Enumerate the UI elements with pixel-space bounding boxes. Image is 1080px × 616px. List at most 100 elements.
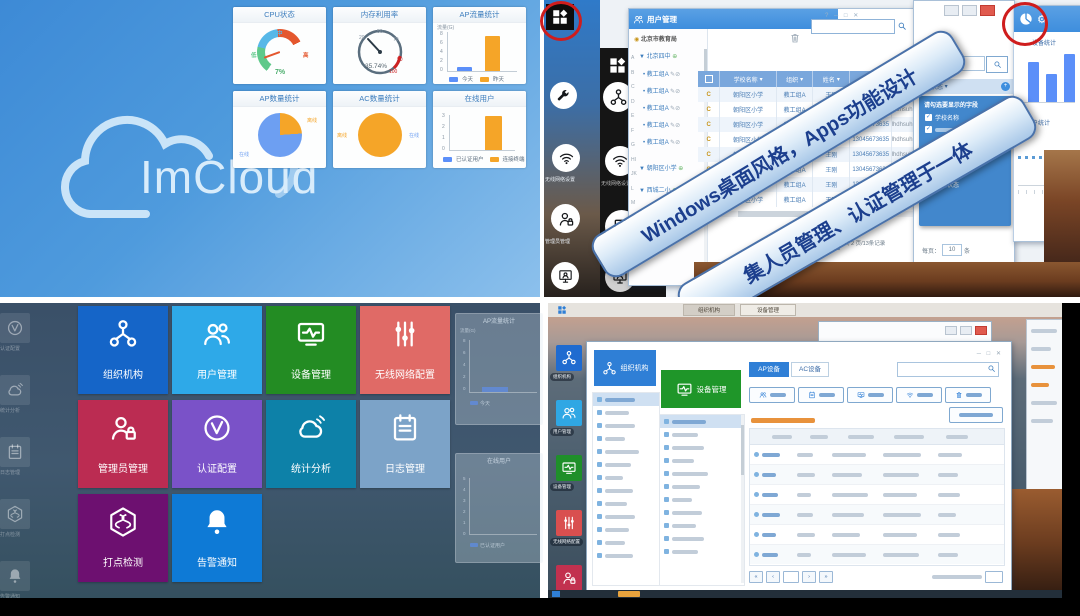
device-table [749, 428, 1005, 566]
tree-item[interactable] [660, 545, 744, 558]
tree-node-group[interactable]: • 教工组A ✎⊘ [643, 120, 680, 129]
tree-node-group[interactable]: • 教工组A ✎⊘ [643, 103, 680, 112]
sidebar-item-wireless[interactable] [556, 510, 582, 536]
tree-item[interactable] [593, 393, 659, 406]
tree-item[interactable] [660, 467, 744, 480]
tree-item[interactable] [660, 480, 744, 493]
minimize-button[interactable] [945, 326, 957, 335]
toolbar-button[interactable] [896, 387, 942, 403]
column-header[interactable]: 组织▾ [777, 71, 814, 87]
tree-node-group[interactable]: • 教工组A ✎⊘ [643, 69, 680, 78]
tree-item[interactable] [660, 415, 744, 428]
toolbar-button[interactable] [847, 387, 893, 403]
org-panel-header[interactable]: 组织机构 [594, 350, 656, 386]
taskbar [548, 590, 1062, 598]
tree-item[interactable] [593, 432, 659, 445]
window-controls[interactable]: ─ □ ✕ [977, 350, 1003, 357]
tree-node-group[interactable]: • 教工组A ✎⊘ [643, 137, 680, 146]
wifi-icon[interactable] [552, 144, 580, 172]
tile-probe[interactable]: 打点检测 [78, 494, 168, 582]
tile-users[interactable]: 用户管理 [172, 306, 262, 394]
table-row[interactable] [750, 505, 1004, 525]
next-page-button[interactable]: › [802, 571, 816, 583]
tree-item[interactable] [593, 458, 659, 471]
search-input[interactable] [897, 362, 999, 377]
first-page-button[interactable]: « [749, 571, 763, 583]
tree-item[interactable] [660, 454, 744, 467]
per-page-input[interactable]: 10 [942, 244, 962, 256]
window-controls[interactable]: ? ─ □ ✕ [825, 12, 860, 19]
tree-item[interactable] [593, 445, 659, 458]
tree-scrollbar[interactable] [741, 415, 744, 583]
table-row[interactable] [750, 485, 1004, 505]
tree-node-school[interactable]: ▼ 北京四中 ⊕ [639, 51, 677, 60]
tree-item[interactable] [660, 493, 744, 506]
tree-item[interactable] [660, 428, 744, 441]
table-row[interactable] [750, 545, 1004, 564]
table-row[interactable] [750, 445, 1004, 465]
tile-logs[interactable]: 日志管理 [360, 400, 450, 488]
maximize-button[interactable] [960, 326, 972, 335]
tree-item[interactable] [593, 510, 659, 523]
minimize-button [944, 5, 959, 16]
tile-auth[interactable]: 认证配置 [172, 400, 262, 488]
window-controls[interactable] [944, 5, 995, 16]
alphabet-index[interactable]: ABCDEFGHIJKLMN [631, 51, 637, 225]
table-row[interactable] [750, 465, 1004, 485]
page-box[interactable] [783, 571, 799, 583]
taskbar-app-icon[interactable] [552, 591, 560, 597]
tab-ap-devices[interactable]: AP设备 [749, 362, 789, 377]
wrench-icon[interactable] [550, 82, 577, 109]
tree-item[interactable] [660, 506, 744, 519]
tree-item[interactable] [593, 523, 659, 536]
org-root[interactable]: ◉ 北京市教育局 [634, 34, 677, 43]
taskbar-highlight-button[interactable] [618, 591, 640, 597]
tree-item[interactable] [660, 519, 744, 532]
last-page-button[interactable]: » [819, 571, 833, 583]
tree-item[interactable] [593, 549, 659, 562]
tab-org[interactable]: 组织机构 [683, 304, 735, 316]
toolbar-button[interactable] [798, 387, 844, 403]
tree-item[interactable] [660, 532, 744, 545]
tile-admins[interactable]: 管理员管理 [78, 400, 168, 488]
tree-node-school[interactable]: ▼ 朝阳区小学 ⊕ [639, 163, 683, 172]
sidebar-item-org[interactable] [556, 345, 582, 371]
tree-item[interactable] [660, 441, 744, 454]
column-header[interactable]: 学校名称▾ [720, 71, 776, 87]
search-button[interactable] [986, 56, 1008, 73]
tree-item[interactable] [593, 484, 659, 497]
toolbar-button[interactable] [749, 387, 795, 403]
tree-item[interactable] [593, 419, 659, 432]
tile-alerts[interactable]: 告警通知 [172, 494, 262, 582]
online-status-icon[interactable] [551, 262, 579, 290]
trash-icon[interactable] [789, 32, 801, 44]
tree-item[interactable] [593, 497, 659, 510]
tile-stats[interactable]: 统计分析 [266, 400, 356, 488]
sidebar-item-devices[interactable] [556, 455, 582, 481]
device-panel-header[interactable]: 设备管理 [661, 370, 741, 408]
tree-node-group[interactable]: • 教工组A ✎⊘ [643, 86, 680, 95]
table-row[interactable] [750, 525, 1004, 545]
sidebar-item-admins[interactable] [556, 565, 582, 591]
tree-item[interactable] [593, 471, 659, 484]
tree-item[interactable] [593, 536, 659, 549]
tile-devices[interactable]: 设备管理 [266, 306, 356, 394]
tab-ac-devices[interactable]: AC设备 [791, 362, 829, 377]
search-icon[interactable] [897, 21, 907, 31]
bind-button[interactable] [949, 407, 1003, 423]
prev-page-button[interactable]: ‹ [766, 571, 780, 583]
window-titlebar[interactable]: 用户管理 [629, 9, 838, 29]
search-input[interactable] [811, 19, 895, 34]
per-page-box[interactable] [985, 571, 1003, 583]
tile-org[interactable]: 组织机构 [78, 306, 168, 394]
tab-devices[interactable]: 设备管理 [740, 304, 796, 316]
tree-item[interactable] [593, 406, 659, 419]
admin-lock-icon[interactable] [551, 204, 580, 233]
search-icon[interactable] [987, 364, 996, 373]
select-all-checkbox[interactable] [698, 71, 720, 87]
sidebar-item-users[interactable] [556, 400, 582, 426]
column-header[interactable]: 姓名▾ [813, 71, 850, 87]
close-button[interactable] [975, 326, 987, 335]
tile-wireless[interactable]: 无线网络配置 [360, 306, 450, 394]
toolbar-button[interactable] [945, 387, 991, 403]
